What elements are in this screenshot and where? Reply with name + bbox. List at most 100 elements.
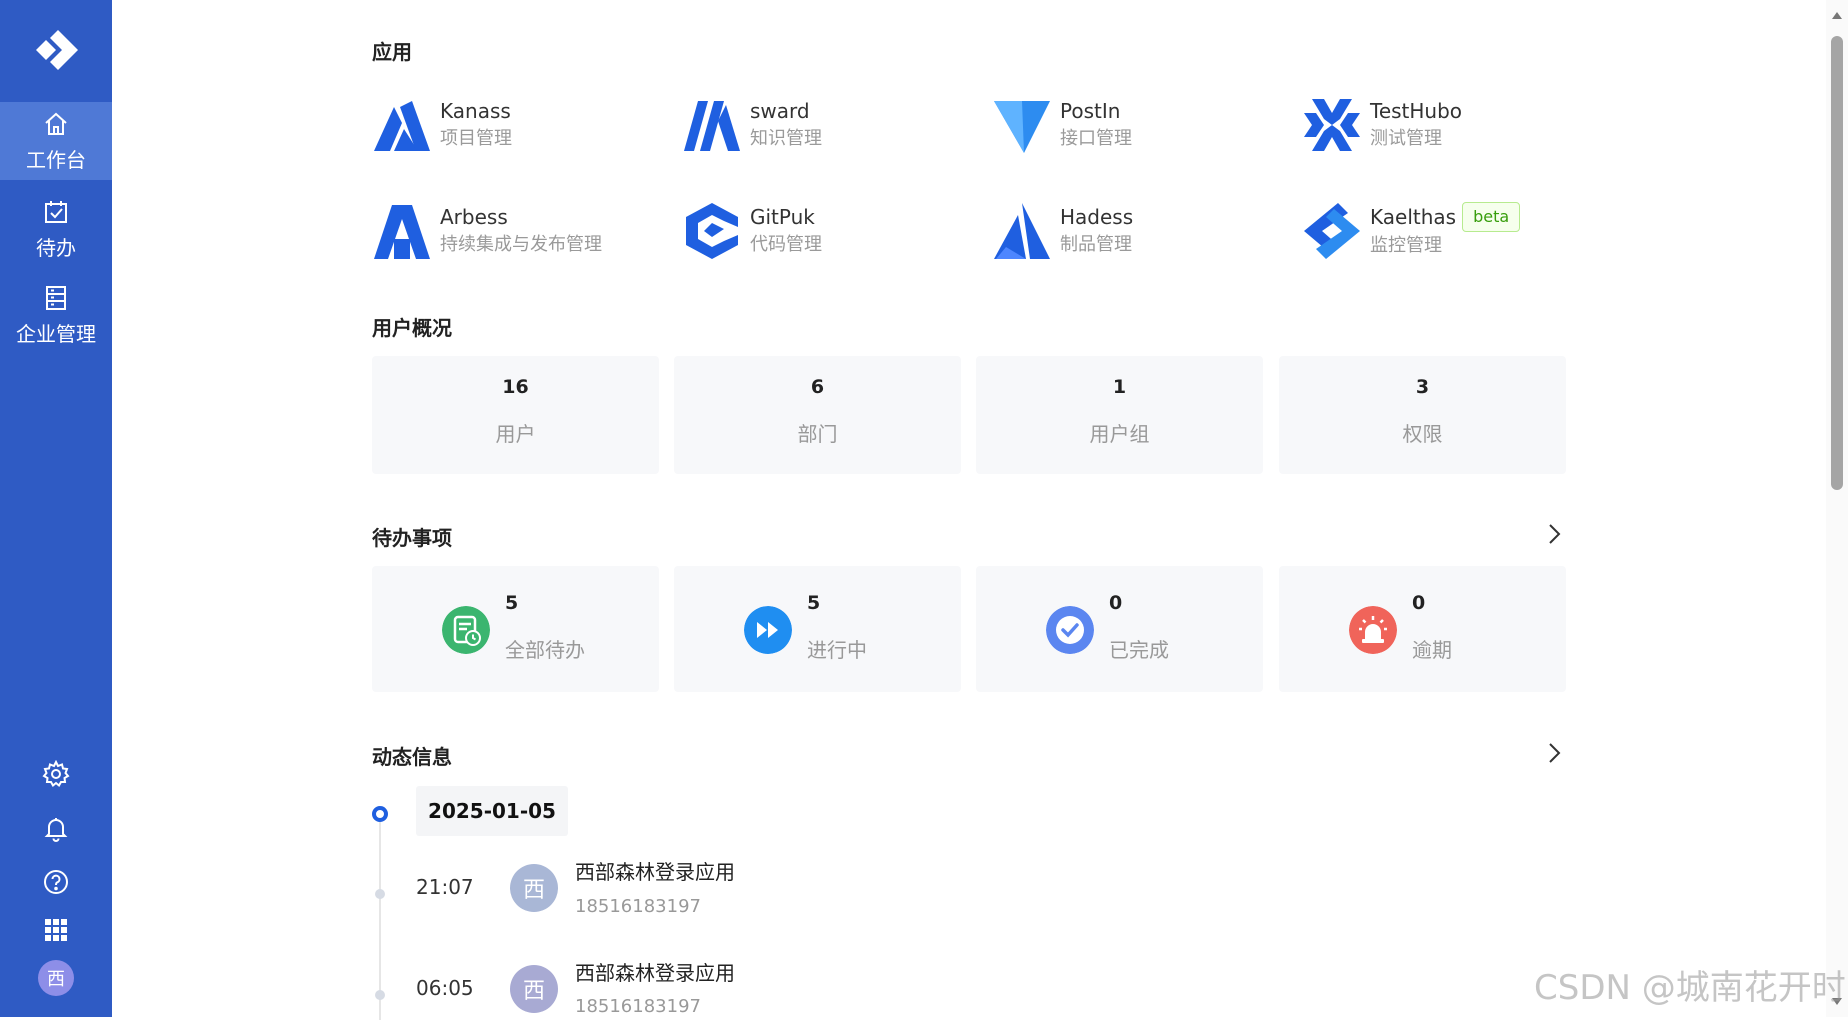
app-desc: 知识管理	[750, 128, 822, 149]
activity-title[interactable]: 西部森林登录应用	[575, 957, 735, 986]
stat-value: 6	[810, 376, 825, 398]
todo-value: 0	[1109, 592, 1123, 614]
activity-avatar: 西	[510, 864, 558, 912]
stat-label: 权限	[1402, 422, 1443, 446]
timeline-dot	[375, 889, 385, 899]
stat-value: 1	[1112, 376, 1127, 398]
todo-list-icon	[442, 606, 490, 654]
app-kanass[interactable]: Kanass 项目管理	[372, 92, 672, 158]
todo-label: 逾期	[1412, 638, 1452, 662]
sidebar: 工作台 待办 企业管理 西	[0, 0, 112, 1017]
nav-item-workbench[interactable]: 工作台	[0, 102, 112, 180]
app-name-text: Kaelthas	[1370, 205, 1457, 229]
nav-label: 工作台	[26, 147, 86, 172]
todo-value: 0	[1412, 592, 1426, 614]
stat-card-user-groups[interactable]: 1 用户组	[976, 356, 1263, 474]
activity-time: 06:05	[416, 976, 474, 1000]
todo-value: 5	[807, 592, 821, 614]
scroll-thumb[interactable]	[1831, 36, 1843, 490]
app-desc: 测试管理	[1370, 128, 1442, 149]
help-icon[interactable]	[36, 862, 76, 902]
todo-section-title: 待办事项	[372, 526, 452, 550]
app-name: sward	[750, 99, 810, 123]
app-sward[interactable]: sward 知识管理	[682, 92, 982, 158]
logo-icon[interactable]	[0, 0, 112, 100]
nav-item-enterprise[interactable]: 企业管理	[0, 276, 112, 354]
app-name: Kanass	[440, 99, 511, 123]
main-content: 应用 Kanass 项目管理 sward 知识管理 PostIn 接口管理 Te…	[372, 0, 1568, 1020]
app-desc: 接口管理	[1060, 128, 1132, 149]
app-hadess[interactable]: Hadess 制品管理	[992, 198, 1292, 264]
todo-card-all[interactable]: 5 全部待办	[372, 566, 659, 692]
activity-time: 21:07	[416, 875, 474, 899]
activity-phone: 18516183197	[575, 896, 701, 917]
app-name: Kaelthas beta	[1370, 202, 1521, 232]
nav-label: 待办	[36, 235, 76, 260]
app-name: Hadess	[1060, 205, 1134, 229]
app-name: GitPuk	[750, 205, 815, 229]
timeline-date: 2025-01-05	[416, 786, 568, 836]
fast-forward-icon	[744, 606, 792, 654]
alarm-icon	[1349, 606, 1397, 654]
user-avatar[interactable]: 西	[38, 960, 74, 996]
activity-section-title: 动态信息	[372, 745, 452, 769]
apps-grid-icon[interactable]	[36, 910, 76, 950]
todo-label: 全部待办	[505, 638, 585, 662]
watermark: CSDN @城南花开时	[1534, 968, 1846, 1008]
nav-label: 企业管理	[16, 321, 96, 346]
postin-logo-icon	[994, 101, 1050, 153]
app-gitpuk[interactable]: GitPuk 代码管理	[682, 198, 982, 264]
timeline-date-dot	[372, 806, 388, 822]
todo-card-overdue[interactable]: 0 逾期	[1279, 566, 1566, 692]
activity-more-chevron-icon[interactable]	[1542, 741, 1566, 765]
stat-card-users[interactable]: 16 用户	[372, 356, 659, 474]
stat-card-departments[interactable]: 6 部门	[674, 356, 961, 474]
todo-card-in-progress[interactable]: 5 进行中	[674, 566, 961, 692]
apps-section-title: 应用	[372, 40, 412, 64]
gitpuk-logo-icon	[686, 203, 738, 259]
todo-value: 5	[505, 592, 519, 614]
home-icon	[45, 112, 67, 135]
app-kaelthas[interactable]: Kaelthas beta 监控管理	[1302, 198, 1602, 264]
bell-icon[interactable]	[36, 808, 76, 848]
stat-label: 部门	[797, 422, 838, 446]
kanass-logo-icon	[374, 101, 430, 151]
sward-logo-icon	[684, 101, 740, 151]
stat-value: 3	[1415, 376, 1430, 398]
nav-item-todo[interactable]: 待办	[0, 190, 112, 268]
todo-card-completed[interactable]: 0 已完成	[976, 566, 1263, 692]
kaelthas-logo-icon	[1304, 203, 1360, 259]
stat-label: 用户	[495, 422, 536, 446]
app-arbess[interactable]: Arbess 持续集成与发布管理	[372, 198, 672, 264]
activity-title[interactable]: 西部森林登录应用	[575, 856, 735, 885]
app-desc: 制品管理	[1060, 234, 1132, 255]
todo-more-chevron-icon[interactable]	[1542, 522, 1566, 546]
app-postin[interactable]: PostIn 接口管理	[992, 92, 1292, 158]
timeline-dot	[375, 990, 385, 1000]
activity-avatar: 西	[510, 965, 558, 1013]
app-desc: 项目管理	[440, 128, 512, 149]
stat-value: 16	[502, 376, 529, 398]
app-desc: 监控管理	[1370, 235, 1442, 256]
calendar-check-icon	[45, 200, 67, 223]
app-name: PostIn	[1060, 99, 1121, 123]
enterprise-list-icon	[46, 285, 66, 310]
app-desc: 持续集成与发布管理	[440, 234, 602, 255]
vertical-scrollbar[interactable]	[1826, 0, 1848, 1017]
stat-card-permissions[interactable]: 3 权限	[1279, 356, 1566, 474]
check-circle-icon	[1046, 606, 1094, 654]
hadess-logo-icon	[994, 203, 1050, 259]
arbess-logo-icon	[374, 205, 430, 259]
scroll-up-arrow-icon[interactable]	[1832, 12, 1842, 19]
todo-label: 进行中	[807, 638, 867, 662]
settings-icon[interactable]	[36, 754, 76, 794]
activity-phone: 18516183197	[575, 996, 701, 1017]
app-name: Arbess	[440, 205, 508, 229]
app-desc: 代码管理	[750, 234, 822, 255]
testhubo-logo-icon	[1304, 99, 1360, 151]
beta-badge: beta	[1462, 202, 1521, 232]
todo-label: 已完成	[1109, 638, 1169, 662]
overview-section-title: 用户概况	[372, 316, 452, 340]
app-testhubo[interactable]: TestHubo 测试管理	[1302, 92, 1602, 158]
app-name: TestHubo	[1370, 99, 1463, 123]
